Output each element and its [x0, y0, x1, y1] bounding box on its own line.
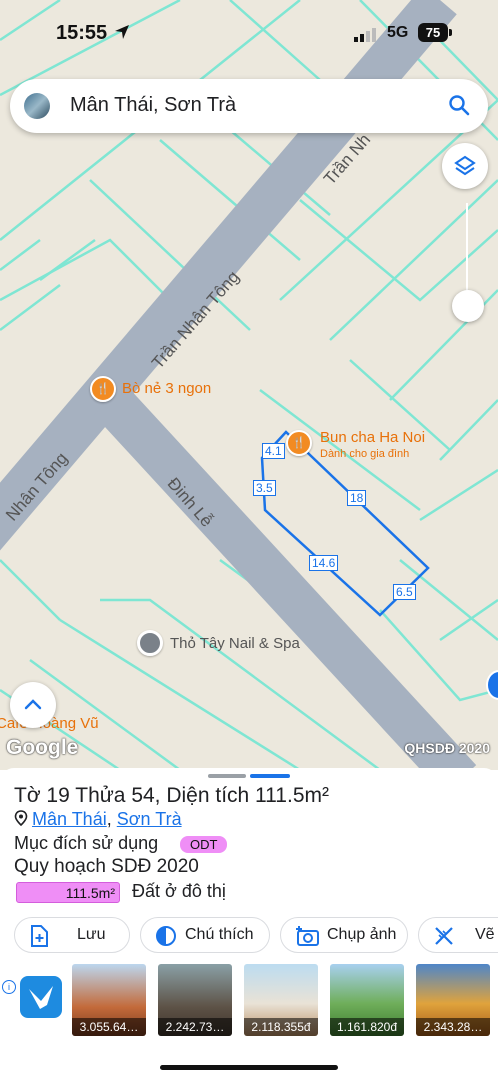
- legend-button[interactable]: Chú thích: [140, 917, 270, 953]
- opacity-slider-track[interactable]: [466, 203, 468, 303]
- map-attribution: QHSDĐ 2020: [404, 740, 490, 756]
- parcel-info-sheet: Tờ 19 Thửa 54, Diện tích 111.5m² Mân Thá…: [0, 768, 498, 1080]
- opacity-slider-knob[interactable]: [452, 290, 484, 322]
- home-indicator[interactable]: [160, 1065, 338, 1070]
- ad-tile[interactable]: 2.343.28…: [416, 964, 490, 1036]
- ad-price: 1.161.820đ: [330, 1018, 404, 1036]
- restaurant-pin-icon[interactable]: 🍴: [286, 430, 312, 456]
- parcel-address: Mân Thái, Sơn Trà: [14, 809, 182, 830]
- capture-label: Chụp ảnh: [327, 926, 397, 943]
- add-file-icon: [31, 925, 48, 947]
- ad-banner[interactable]: i 3.055.64… 2.242.73… 2.118.355đ 1.161.8…: [0, 962, 498, 1042]
- parcel-dim-4-1: 4.1: [262, 443, 285, 459]
- battery-tip: [449, 29, 452, 36]
- ad-tile[interactable]: 2.118.355đ: [244, 964, 318, 1036]
- spa-pin-icon[interactable]: [137, 630, 163, 656]
- ad-price: 2.343.28…: [416, 1018, 490, 1036]
- parcel-dim-3-5: 3.5: [253, 480, 276, 496]
- ward-link[interactable]: Mân Thái: [32, 809, 107, 829]
- avatar[interactable]: [24, 93, 50, 119]
- layers-icon: [454, 155, 476, 176]
- draw-button[interactable]: Vẽ: [418, 917, 498, 953]
- land-use-text: Đất ở đô thị: [132, 881, 226, 901]
- ad-price: 2.118.355đ: [244, 1018, 318, 1036]
- poi-tho-tay[interactable]: Thỏ Tây Nail & Spa: [170, 635, 300, 652]
- capture-button[interactable]: Chụp ảnh: [280, 917, 408, 953]
- app-logo-icon[interactable]: [20, 976, 62, 1018]
- expand-button[interactable]: [10, 682, 56, 728]
- district-link[interactable]: Sơn Trà: [117, 809, 182, 829]
- save-button[interactable]: Lưu: [14, 917, 130, 953]
- purpose-code-badge: ODT: [180, 836, 228, 853]
- camera-icon: [296, 926, 319, 946]
- legend-icon: [156, 926, 176, 946]
- network-type: 5G: [387, 24, 409, 41]
- ad-price: 3.055.64…: [72, 1018, 146, 1036]
- signal-icon: [354, 28, 376, 42]
- restaurant-pin-icon[interactable]: 🍴: [90, 376, 116, 402]
- status-bar: 15:55 5G 75: [0, 0, 498, 66]
- location-arrow-icon: [115, 25, 129, 39]
- chevron-up-icon: [24, 699, 42, 710]
- ad-tile[interactable]: 1.161.820đ: [330, 964, 404, 1036]
- layers-button[interactable]: [442, 143, 488, 189]
- battery-level: 75: [418, 23, 448, 42]
- ad-info-icon[interactable]: i: [2, 980, 16, 994]
- search-icon[interactable]: [448, 94, 470, 116]
- google-logo: Google: [6, 736, 79, 759]
- poi-bun-cha-sub: Dành cho gia đình: [320, 448, 410, 460]
- legend-label: Chú thích: [185, 926, 254, 943]
- ruler-icon: [435, 927, 453, 945]
- sheet-handle-active[interactable]: [250, 774, 290, 778]
- ad-tile[interactable]: 2.242.73…: [158, 964, 232, 1036]
- draw-label: Vẽ: [475, 926, 495, 943]
- status-time: 15:55: [56, 22, 108, 44]
- action-chips: Lưu Chú thích Chụp ảnh Vẽ: [14, 917, 498, 955]
- parcel-dim-14-6: 14.6: [309, 555, 339, 571]
- poi-bun-cha[interactable]: Bun cha Ha Noi: [320, 429, 425, 446]
- area-badge: 111.5m²: [16, 882, 120, 903]
- ad-price: 2.242.73…: [158, 1018, 232, 1036]
- poi-bo-ne[interactable]: Bò nẻ 3 ngon: [122, 380, 211, 397]
- address-separator: ,: [106, 809, 112, 829]
- plan-label: Quy hoạch SDĐ 2020: [14, 856, 199, 877]
- sheet-handle[interactable]: [208, 774, 246, 778]
- parcel-dim-18: 18: [347, 490, 367, 506]
- parcel-title: Tờ 19 Thửa 54, Diện tích 111.5m²: [14, 784, 329, 807]
- search-query[interactable]: Mân Thái, Sơn Trà: [70, 94, 236, 117]
- search-bar[interactable]: Mân Thái, Sơn Trà: [10, 79, 488, 133]
- parcel-dim-6-5: 6.5: [393, 584, 416, 600]
- save-label: Lưu: [77, 926, 106, 943]
- map-pin-icon: [14, 810, 28, 827]
- purpose-label: Mục đích sử dụng: [14, 833, 159, 853]
- ad-tile[interactable]: 3.055.64…: [72, 964, 146, 1036]
